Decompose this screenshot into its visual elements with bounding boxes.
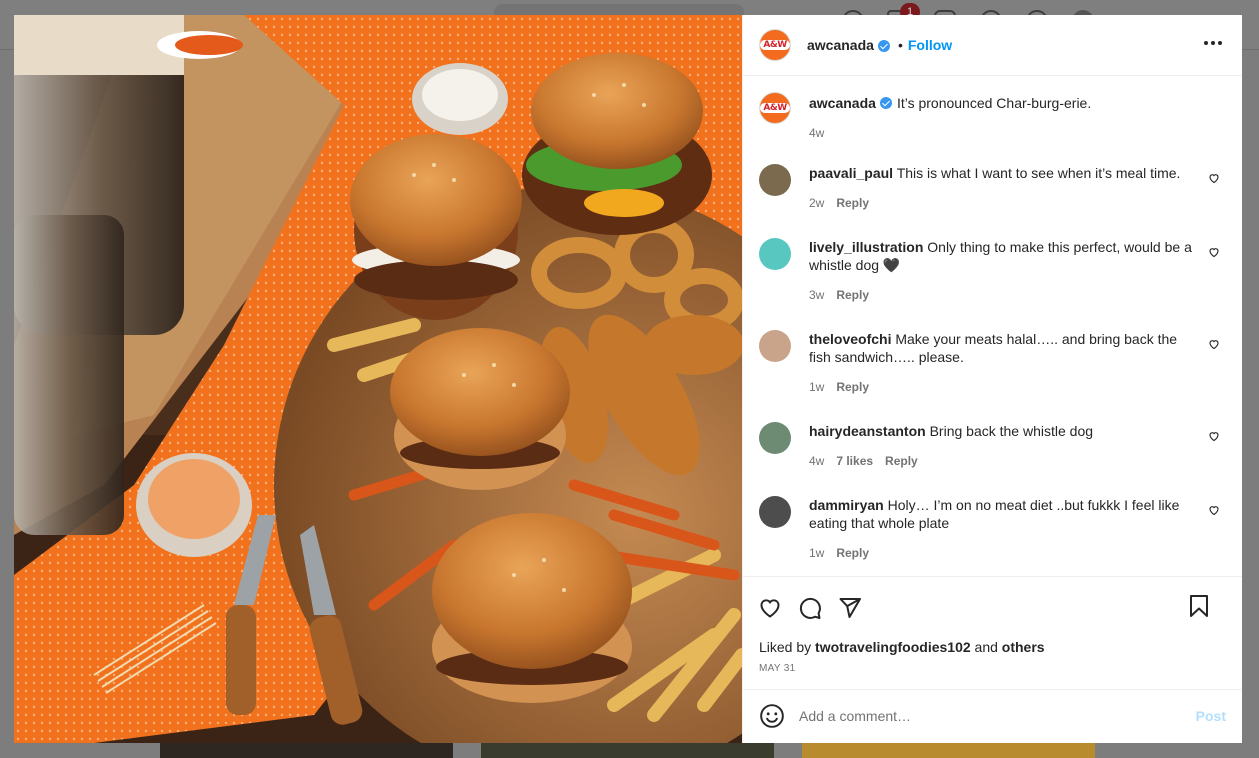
caption-meta: 4w (809, 126, 1199, 140)
comment-username[interactable]: hairydeanstanton (809, 423, 926, 439)
comment-age[interactable]: 1w (809, 380, 824, 394)
caption-avatar[interactable]: A&W (759, 92, 791, 124)
comment-avatar[interactable] (759, 330, 791, 362)
comment-body: lively_illustration Only thing to make t… (809, 238, 1199, 302)
share-icon (839, 597, 861, 618)
food-photo-illustration (14, 15, 742, 743)
comment-reply-button[interactable]: Reply (885, 454, 918, 468)
account-avatar[interactable]: A&W (759, 29, 791, 61)
comments-list[interactable]: A&W awcanada It’s pronounced Char-burg-er… (743, 76, 1242, 576)
comment-meta: 1w Reply (809, 546, 1199, 560)
comment-like-heart-icon[interactable] (1208, 504, 1220, 516)
comment-likes-count[interactable]: 7 likes (836, 454, 873, 468)
comment-reply-button[interactable]: Reply (836, 288, 869, 302)
comment-button[interactable] (797, 595, 823, 621)
like-button[interactable] (757, 595, 783, 621)
caption-username[interactable]: awcanada (809, 95, 876, 111)
background-thumbnail (802, 742, 1095, 758)
comment-text: theloveofchi Make your meats halal….. an… (809, 330, 1199, 366)
comment-item: lively_illustration Only thing to make t… (759, 238, 1226, 330)
account-logo-text: A&W (760, 40, 790, 50)
comment-message: Bring back the whistle dog (929, 423, 1094, 439)
comment-body: dammiryan Holy… I’m on no meat diet ..bu… (809, 496, 1199, 560)
caption-logo-text: A&W (760, 103, 790, 113)
heart-icon (760, 599, 780, 618)
comment-reply-button[interactable]: Reply (836, 546, 869, 560)
comment-age[interactable]: 1w (809, 546, 824, 560)
comment-age[interactable]: 3w (809, 288, 824, 302)
liked-by-user[interactable]: twotravelingfoodies102 (815, 639, 971, 655)
liked-by-line: Liked by twotravelingfoodies102 and othe… (743, 638, 1242, 659)
post-modal: A&W awcanada • Follow A&W awcanada It’s p… (14, 15, 1242, 743)
caption-message: It’s pronounced Char-burg-erie. (896, 95, 1092, 111)
background-thumbnail (481, 742, 774, 758)
comment-meta: 1w Reply (809, 380, 1199, 394)
post-header: A&W awcanada • Follow (743, 15, 1242, 76)
bookmark-icon (1190, 595, 1208, 618)
comment-username[interactable]: paavali_paul (809, 165, 893, 181)
comment-avatar[interactable] (759, 164, 791, 196)
post-comment-button[interactable]: Post (1196, 708, 1226, 724)
comment-body: hairydeanstanton Bring back the whistle … (809, 422, 1199, 468)
post-details-panel: A&W awcanada • Follow A&W awcanada It’s p… (742, 15, 1242, 743)
comment-like-heart-icon[interactable] (1208, 246, 1220, 258)
comment-message: This is what I want to see when it’s mea… (896, 165, 1181, 181)
comment-text: dammiryan Holy… I’m on no meat diet ..bu… (809, 496, 1199, 532)
liked-by-others[interactable]: others (1002, 639, 1045, 655)
add-comment-bar: Post (743, 688, 1242, 743)
verified-badge-icon (879, 97, 892, 109)
comment-item: paavali_paul This is what I want to see … (759, 164, 1226, 238)
comment-meta: 4w 7 likes Reply (809, 454, 1199, 468)
comment-like-heart-icon[interactable] (1208, 338, 1220, 350)
post-caption: A&W awcanada It’s pronounced Char-burg-er… (759, 92, 1226, 164)
comment-icon (799, 597, 821, 619)
comment-avatar[interactable] (759, 422, 791, 454)
liked-by-prefix: Liked by (759, 639, 812, 656)
account-username[interactable]: awcanada (807, 37, 874, 53)
add-comment-input[interactable] (799, 708, 1179, 725)
comment-meta: 3w Reply (809, 288, 1199, 302)
post-photo[interactable] (14, 15, 742, 743)
caption-body: awcanada It’s pronounced Char-burg-erie. … (809, 92, 1199, 140)
comment-reply-button[interactable]: Reply (836, 196, 869, 210)
comment-text: lively_illustration Only thing to make t… (809, 238, 1199, 274)
comment-username[interactable]: lively_illustration (809, 239, 923, 255)
comment-item: theloveofchi Make your meats halal….. an… (759, 330, 1226, 422)
comment-item: hairydeanstanton Bring back the whistle … (759, 422, 1226, 496)
liked-by-and: and (974, 639, 998, 656)
comment-username[interactable]: theloveofchi (809, 331, 891, 347)
comment-age[interactable]: 2w (809, 196, 824, 210)
comment-meta: 2w Reply (809, 196, 1199, 210)
comment-avatar[interactable] (759, 238, 791, 270)
more-options-icon[interactable] (1204, 41, 1222, 45)
emoji-icon[interactable] (759, 703, 785, 729)
comment-age[interactable]: 4w (809, 454, 824, 468)
follow-button[interactable]: Follow (908, 37, 952, 53)
post-date[interactable]: MAY 31 (743, 660, 1242, 689)
comment-avatar[interactable] (759, 496, 791, 528)
save-button[interactable] (1186, 593, 1212, 619)
separator-dot: • (897, 37, 903, 53)
caption-text: awcanada It’s pronounced Char-burg-erie. (809, 94, 1199, 112)
caption-age[interactable]: 4w (809, 126, 824, 140)
comment-item: dammiryan Holy… I’m on no meat diet ..bu… (759, 496, 1226, 576)
comment-text: hairydeanstanton Bring back the whistle … (809, 422, 1199, 440)
comment-username[interactable]: dammiryan (809, 497, 884, 513)
comment-body: theloveofchi Make your meats halal….. an… (809, 330, 1199, 394)
comment-reply-button[interactable]: Reply (836, 380, 869, 394)
post-actions-bar (743, 576, 1242, 638)
comment-body: paavali_paul This is what I want to see … (809, 164, 1199, 210)
comment-text: paavali_paul This is what I want to see … (809, 164, 1199, 182)
verified-badge-icon (877, 40, 890, 52)
background-thumbnail (160, 742, 453, 758)
comment-like-heart-icon[interactable] (1208, 430, 1220, 442)
share-button[interactable] (837, 595, 863, 621)
comment-like-heart-icon[interactable] (1208, 172, 1220, 184)
